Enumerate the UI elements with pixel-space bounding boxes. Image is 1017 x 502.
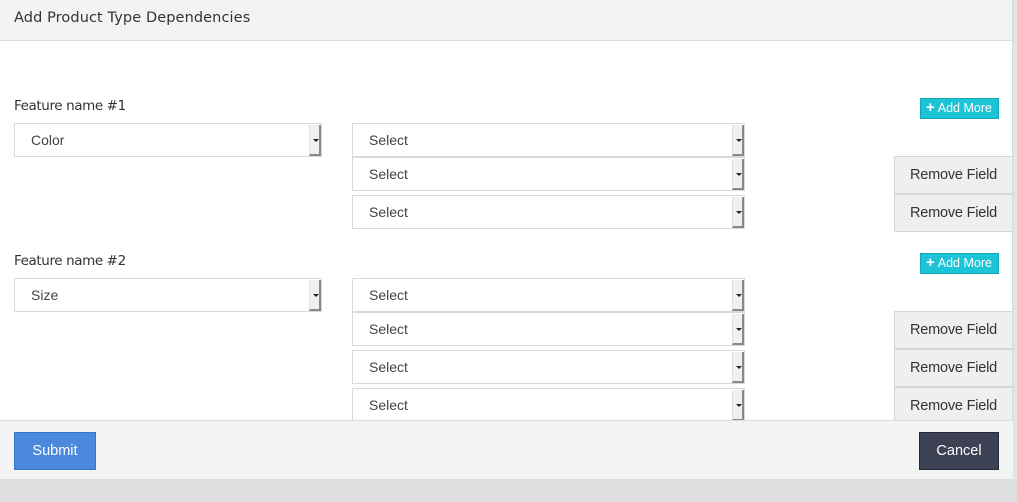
- caret-down-icon: [732, 125, 744, 156]
- modal-title: Add Product Type Dependencies: [14, 10, 251, 26]
- plus-icon: +: [926, 99, 935, 116]
- feature-select[interactable]: Color: [14, 123, 322, 157]
- remove-field-button[interactable]: Remove Field: [894, 156, 1013, 194]
- add-more-button[interactable]: + Add More: [920, 253, 999, 274]
- dependencies-modal: Add Product Type Dependencies Feature na…: [0, 0, 1013, 479]
- caret-down-icon: [732, 280, 744, 311]
- caret-down-icon: [309, 125, 321, 156]
- caret-down-icon: [732, 314, 744, 345]
- caret-down-icon: [309, 280, 321, 311]
- modal-header: Add Product Type Dependencies: [0, 0, 1012, 41]
- dependency-select[interactable]: Select: [352, 388, 745, 422]
- remove-field-button[interactable]: Remove Field: [894, 349, 1013, 387]
- dependency-select[interactable]: Select: [352, 278, 745, 312]
- caret-down-icon: [732, 352, 744, 383]
- dependency-select[interactable]: Select: [352, 123, 745, 157]
- remove-field-button[interactable]: Remove Field: [894, 311, 1013, 349]
- feature-label: Feature name #1: [14, 98, 126, 114]
- plus-icon: +: [926, 254, 935, 271]
- modal-footer: Submit Cancel: [0, 420, 1013, 479]
- cancel-button[interactable]: Cancel: [919, 432, 999, 470]
- feature-label: Feature name #2: [14, 253, 126, 269]
- dependency-select[interactable]: Select: [352, 157, 745, 191]
- dependency-select[interactable]: Select: [352, 195, 745, 229]
- caret-down-icon: [732, 197, 744, 228]
- caret-down-icon: [732, 390, 744, 421]
- feature-select[interactable]: Size: [14, 278, 322, 312]
- scrollbar[interactable]: [1013, 0, 1017, 479]
- dependency-select[interactable]: Select: [352, 350, 745, 384]
- add-more-button[interactable]: + Add More: [920, 98, 999, 119]
- caret-down-icon: [732, 159, 744, 190]
- dependency-select[interactable]: Select: [352, 312, 745, 346]
- remove-field-button[interactable]: Remove Field: [894, 194, 1013, 232]
- submit-button[interactable]: Submit: [14, 432, 96, 470]
